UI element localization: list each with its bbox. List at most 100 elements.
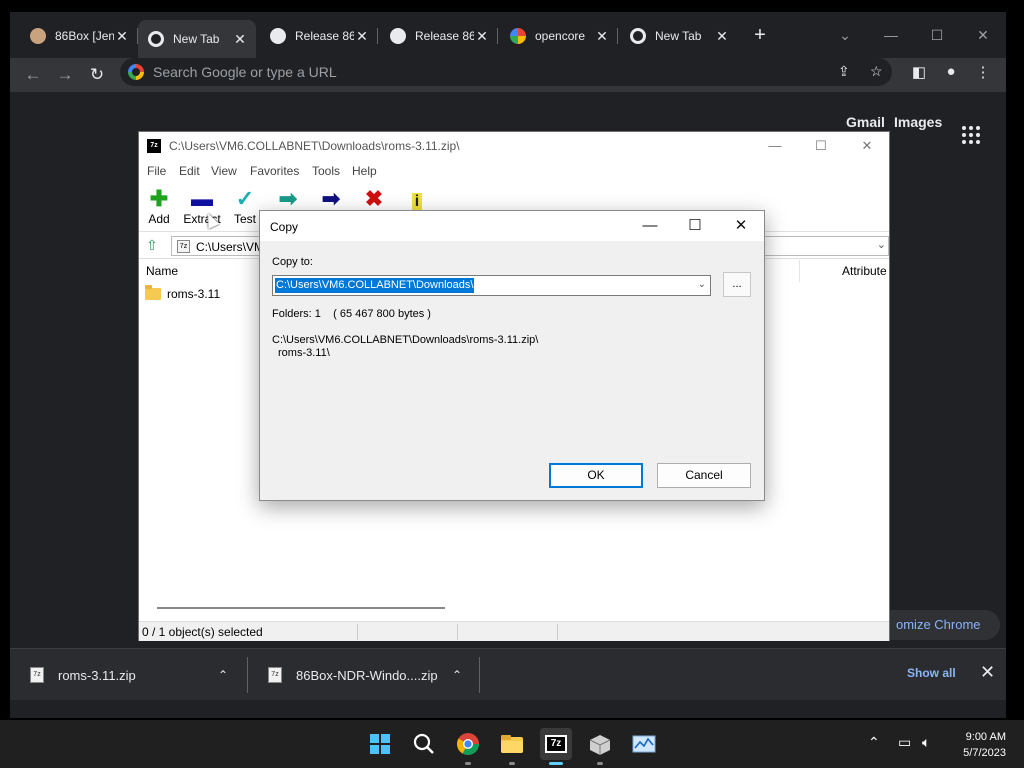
- show-all-link[interactable]: Show all: [907, 666, 956, 680]
- tab-opencore[interactable]: opencore ✕: [500, 22, 618, 50]
- menu-view[interactable]: View: [211, 164, 237, 178]
- side-panel-icon[interactable]: ◧: [908, 63, 930, 81]
- images-link[interactable]: Images: [894, 114, 942, 130]
- close-icon[interactable]: ✕: [114, 28, 130, 45]
- chevron-down-icon[interactable]: ⌄: [698, 279, 706, 290]
- tab-new-tab[interactable]: New Tab ✕: [620, 22, 738, 50]
- system-clock[interactable]: 9:00 AM 5/7/2023: [952, 729, 1006, 761]
- profile-icon[interactable]: ●: [940, 63, 962, 80]
- download-filename: roms-3.11.zip: [58, 667, 136, 683]
- chevron-up-icon[interactable]: ⌃: [452, 668, 462, 682]
- menu-bar: File Edit View Favorites Tools Help: [139, 160, 889, 182]
- info-icon: i: [397, 186, 437, 212]
- clock-date: 5/7/2023: [963, 747, 1006, 759]
- tab-label: New Tab: [173, 32, 220, 46]
- download-item[interactable]: 7z 86Box-NDR-Windo....zip ⌃: [248, 649, 480, 701]
- menu-favorites[interactable]: Favorites: [250, 164, 299, 178]
- cancel-button[interactable]: Cancel: [657, 463, 751, 488]
- sevenzip-titlebar[interactable]: 7z C:\Users\VM6.COLLABNET\Downloads\roms…: [139, 132, 889, 160]
- close-window-icon[interactable]: ✕: [845, 134, 889, 158]
- menu-edit[interactable]: Edit: [179, 164, 200, 178]
- close-window-icon[interactable]: ✕: [960, 20, 1006, 50]
- dialog-titlebar[interactable]: Copy — ☐ ✕: [260, 211, 764, 241]
- zip-file-icon: 7z: [268, 667, 282, 683]
- sevenzip-taskbar-label: 7z: [550, 738, 562, 749]
- chevron-down-icon[interactable]: ⌄: [877, 238, 886, 251]
- maximize-icon[interactable]: ☐: [673, 214, 717, 238]
- list-item[interactable]: roms-3.11: [145, 285, 220, 302]
- chevron-up-icon[interactable]: ⌃: [218, 668, 228, 682]
- close-icon[interactable]: ✕: [232, 31, 248, 48]
- folder-size-info: Folders: 1 ( 65 467 800 bytes ): [272, 308, 431, 320]
- chrome-icon[interactable]: [452, 728, 484, 765]
- column-name[interactable]: Name: [146, 264, 178, 278]
- tab-release-1[interactable]: Release 86 ✕: [260, 22, 378, 50]
- copy-button[interactable]: ➡: [268, 186, 308, 212]
- new-tab-button[interactable]: +: [750, 25, 770, 46]
- tab-new-tab-active[interactable]: New Tab ✕: [138, 20, 256, 58]
- avatar-icon: [30, 28, 46, 44]
- copy-dialog: Copy — ☐ ✕ Copy to: C:\Users\VM6.COLLABN…: [259, 210, 765, 501]
- folder-up-icon[interactable]: ⇧: [143, 237, 161, 255]
- chevron-up-icon[interactable]: ⌃: [868, 734, 880, 751]
- back-icon[interactable]: ←: [20, 62, 46, 88]
- maximize-icon[interactable]: ☐: [799, 134, 843, 158]
- task-manager-icon[interactable]: [628, 728, 660, 760]
- menu-help[interactable]: Help: [352, 164, 377, 178]
- add-button[interactable]: ✚ Add: [139, 186, 179, 226]
- volume-icon[interactable]: 🔈︎: [922, 734, 930, 751]
- close-icon[interactable]: ✕: [980, 662, 995, 683]
- sevenzip-taskbar-icon[interactable]: 7z: [540, 728, 572, 765]
- search-icon[interactable]: [408, 728, 440, 760]
- tab-strip: 86Box [Jen ✕ New Tab ✕ Release 86 ✕ Rele…: [10, 12, 1006, 58]
- horizontal-scrollbar[interactable]: [157, 607, 445, 609]
- 86box-icon[interactable]: [584, 728, 616, 765]
- tab-release-2[interactable]: Release 86 ✕: [380, 22, 498, 50]
- chrome-icon: [148, 31, 164, 47]
- tab-86box[interactable]: 86Box [Jen ✕: [20, 22, 138, 50]
- move-button[interactable]: ➡: [311, 186, 351, 212]
- destination-text: C:\Users\VM6.COLLABNET\Downloads\: [273, 277, 476, 294]
- info-button[interactable]: i: [397, 186, 437, 212]
- file-explorer-icon[interactable]: [496, 728, 528, 765]
- share-icon[interactable]: ⇪: [838, 63, 850, 80]
- taskbar: 7z ⌃ ▭ 🔈︎ 9:00 AM 5/7/2023: [0, 720, 1024, 768]
- minimize-icon[interactable]: —: [628, 214, 672, 238]
- ok-button[interactable]: OK: [549, 463, 643, 488]
- download-filename: 86Box-NDR-Windo....zip: [296, 667, 438, 683]
- reload-icon[interactable]: ↻: [84, 62, 110, 88]
- bookmark-star-icon[interactable]: ☆: [870, 63, 883, 80]
- close-icon[interactable]: ✕: [719, 214, 763, 238]
- github-icon: [270, 28, 286, 44]
- dialog-title: Copy: [270, 220, 299, 234]
- close-icon[interactable]: ✕: [354, 28, 370, 45]
- minimize-icon[interactable]: —: [753, 134, 797, 158]
- checkmark-icon: ✓: [235, 186, 255, 211]
- google-icon: [128, 64, 144, 80]
- menu-kebab-icon[interactable]: ⋮: [972, 63, 994, 81]
- destination-combo[interactable]: C:\Users\VM6.COLLABNET\Downloads\ ⌄: [272, 275, 711, 296]
- sevenzip-logo-icon: 7z: [147, 139, 161, 153]
- close-icon[interactable]: ✕: [714, 28, 730, 45]
- network-icon[interactable]: ▭: [898, 734, 911, 751]
- copy-arrow-icon: ➡: [278, 186, 298, 211]
- window-title: C:\Users\VM6.COLLABNET\Downloads\roms-3.…: [169, 139, 460, 153]
- address-text: C:\Users\VM: [196, 240, 265, 254]
- apps-grid-icon[interactable]: [962, 126, 980, 144]
- minimize-icon[interactable]: —: [868, 20, 914, 50]
- tab-search-icon[interactable]: ⌄: [822, 20, 868, 50]
- delete-button[interactable]: ✖: [354, 186, 394, 212]
- menu-file[interactable]: File: [147, 164, 166, 178]
- column-attributes[interactable]: Attribute: [842, 264, 887, 278]
- forward-icon[interactable]: →: [52, 62, 78, 88]
- browse-button[interactable]: ...: [723, 272, 751, 297]
- close-icon[interactable]: ✕: [594, 28, 610, 45]
- maximize-icon[interactable]: ☐: [914, 20, 960, 50]
- download-item[interactable]: 7z roms-3.11.zip ⌃: [10, 649, 248, 701]
- close-icon[interactable]: ✕: [474, 28, 490, 45]
- windows-start-icon[interactable]: [364, 728, 396, 760]
- omnibox[interactable]: Search Google or type a URL ⇪ ☆: [120, 58, 892, 86]
- gmail-link[interactable]: Gmail: [846, 114, 885, 130]
- tab-label: 86Box [Jen: [55, 29, 114, 43]
- menu-tools[interactable]: Tools: [312, 164, 340, 178]
